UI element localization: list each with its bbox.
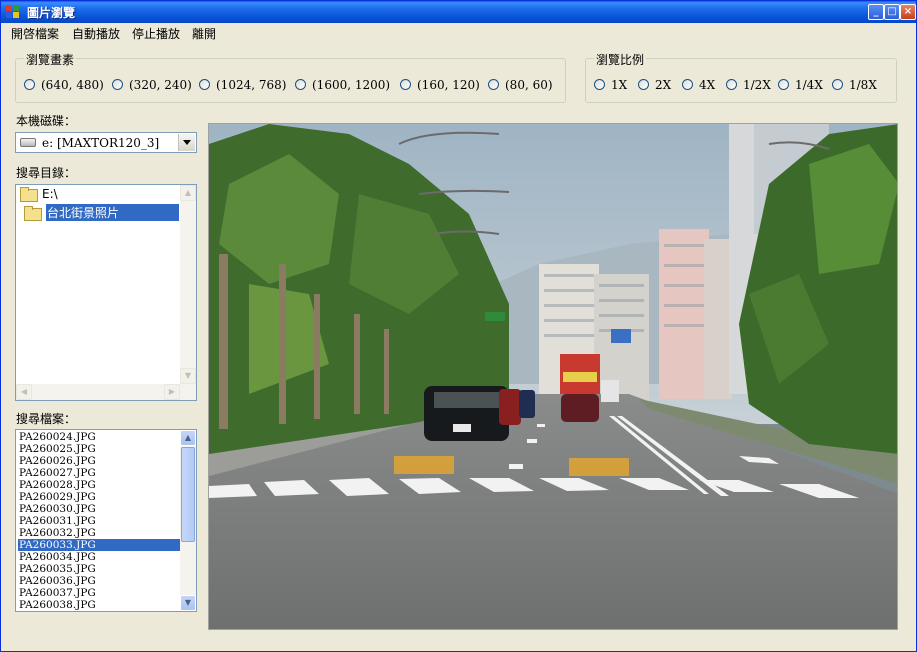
radio-scale-2x[interactable]: 2X xyxy=(638,78,671,92)
radio-circle[interactable] xyxy=(400,79,411,90)
list-item[interactable]: PA260037.JPG xyxy=(18,587,180,599)
radio-circle[interactable] xyxy=(199,79,210,90)
list-item[interactable]: PA260032.JPG xyxy=(18,527,180,539)
radio-scale-quarter[interactable]: 1/4X xyxy=(778,78,823,92)
list-item[interactable]: PA260028.JPG xyxy=(18,479,180,491)
window-title: 圖片瀏覽 xyxy=(27,6,76,20)
directory-tree[interactable]: E:\ 台北街景照片 ▲ ▼ ◀ ▶ xyxy=(15,184,197,401)
resolution-group: 瀏覽畫素 (640, 480) (320, 240) (1024, 768) (… xyxy=(15,51,566,103)
list-item[interactable]: PA260025.JPG xyxy=(18,443,180,455)
radio-circle[interactable] xyxy=(726,79,737,90)
drive-label: 本機磁碟： xyxy=(16,114,77,128)
minimize-button[interactable]: _ xyxy=(868,4,884,20)
main-window: 圖片瀏覽 _ □ × 開啓檔案 自動播放 停止播放 離開 瀏覽畫素 (640, … xyxy=(0,0,917,652)
menu-bar: 開啓檔案 自動播放 停止播放 離開 xyxy=(1,23,916,42)
list-item[interactable]: PA260036.JPG xyxy=(18,575,180,587)
list-item[interactable]: PA260034.JPG xyxy=(18,551,180,563)
directory-label: 搜尋目錄： xyxy=(16,166,77,180)
radio-res-160x120[interactable]: (160, 120) xyxy=(400,78,480,92)
file-listbox[interactable]: PA260024.JPG PA260025.JPG PA260026.JPG P… xyxy=(15,429,197,612)
scrollbar-thumb[interactable] xyxy=(181,447,195,542)
hard-drive-icon xyxy=(20,138,36,147)
radio-circle[interactable] xyxy=(832,79,843,90)
list-item-selected[interactable]: PA260033.JPG xyxy=(18,539,180,551)
drive-combobox[interactable]: e: [MAXTOR120_3] xyxy=(15,132,197,153)
radio-res-320x240[interactable]: (320, 240) xyxy=(112,78,192,92)
radio-circle[interactable] xyxy=(778,79,789,90)
app-icon xyxy=(6,5,20,19)
scroll-up-button[interactable]: ▲ xyxy=(180,430,196,446)
radio-res-1024x768[interactable]: (1024, 768) xyxy=(199,78,286,92)
list-item[interactable]: PA260024.JPG xyxy=(18,431,180,443)
radio-circle[interactable] xyxy=(112,79,123,90)
scroll-down-button[interactable]: ▼ xyxy=(180,595,196,611)
tree-node-root[interactable]: E:\ xyxy=(20,187,58,202)
scroll-up-button[interactable]: ▲ xyxy=(180,185,196,201)
files-label: 搜尋檔案： xyxy=(16,412,77,426)
title-bar[interactable]: 圖片瀏覽 _ □ × xyxy=(1,1,916,23)
list-item[interactable]: PA260035.JPG xyxy=(18,563,180,575)
scale-group-title: 瀏覽比例 xyxy=(594,51,647,68)
list-item[interactable]: PA260038.JPG xyxy=(18,599,180,611)
menu-exit[interactable]: 離開 xyxy=(192,25,216,42)
menu-auto-play[interactable]: 自動播放 xyxy=(72,25,120,42)
open-folder-icon xyxy=(24,206,42,221)
radio-circle[interactable] xyxy=(682,79,693,90)
menu-stop-play[interactable]: 停止播放 xyxy=(132,25,180,42)
list-item[interactable]: PA260027.JPG xyxy=(18,467,180,479)
scroll-left-button[interactable]: ◀ xyxy=(16,384,32,400)
maximize-button[interactable]: □ xyxy=(884,4,900,20)
scroll-right-button[interactable]: ▶ xyxy=(164,384,180,400)
radio-res-80x60[interactable]: (80, 60) xyxy=(488,78,553,92)
menu-open-file[interactable]: 開啓檔案 xyxy=(11,25,59,42)
radio-res-640x480[interactable]: (640, 480) xyxy=(24,78,104,92)
folder-icon xyxy=(20,187,38,202)
scale-group: 瀏覽比例 1X 2X 4X 1/2X 1/4X 1/8X xyxy=(585,51,897,103)
list-item[interactable]: PA260029.JPG xyxy=(18,491,180,503)
drive-value: e: [MAXTOR120_3] xyxy=(42,136,160,150)
radio-scale-half[interactable]: 1/2X xyxy=(726,78,771,92)
radio-circle[interactable] xyxy=(638,79,649,90)
list-item[interactable]: PA260030.JPG xyxy=(18,503,180,515)
radio-res-1600x1200[interactable]: (1600, 1200) xyxy=(295,78,390,92)
list-item[interactable]: PA260026.JPG xyxy=(18,455,180,467)
radio-circle[interactable] xyxy=(488,79,499,90)
resolution-group-title: 瀏覽畫素 xyxy=(24,51,77,68)
tree-node-taipei-photos[interactable]: 台北街景照片 xyxy=(24,204,179,221)
street-photo xyxy=(209,124,897,629)
radio-scale-4x[interactable]: 4X xyxy=(682,78,715,92)
radio-circle[interactable] xyxy=(594,79,605,90)
tree-horizontal-scrollbar[interactable]: ◀ ▶ xyxy=(16,384,196,400)
close-button[interactable]: × xyxy=(900,4,916,20)
list-item[interactable]: PA260031.JPG xyxy=(18,515,180,527)
scroll-down-button[interactable]: ▼ xyxy=(180,368,196,384)
tree-vertical-scrollbar[interactable]: ▲ ▼ xyxy=(180,185,196,384)
photo-viewer xyxy=(208,123,898,630)
radio-scale-eighth[interactable]: 1/8X xyxy=(832,78,877,92)
radio-circle[interactable] xyxy=(295,79,306,90)
file-list-scrollbar[interactable]: ▲ ▼ xyxy=(180,430,196,611)
radio-circle[interactable] xyxy=(24,79,35,90)
dropdown-arrow-icon[interactable] xyxy=(178,134,195,151)
radio-scale-1x[interactable]: 1X xyxy=(594,78,627,92)
